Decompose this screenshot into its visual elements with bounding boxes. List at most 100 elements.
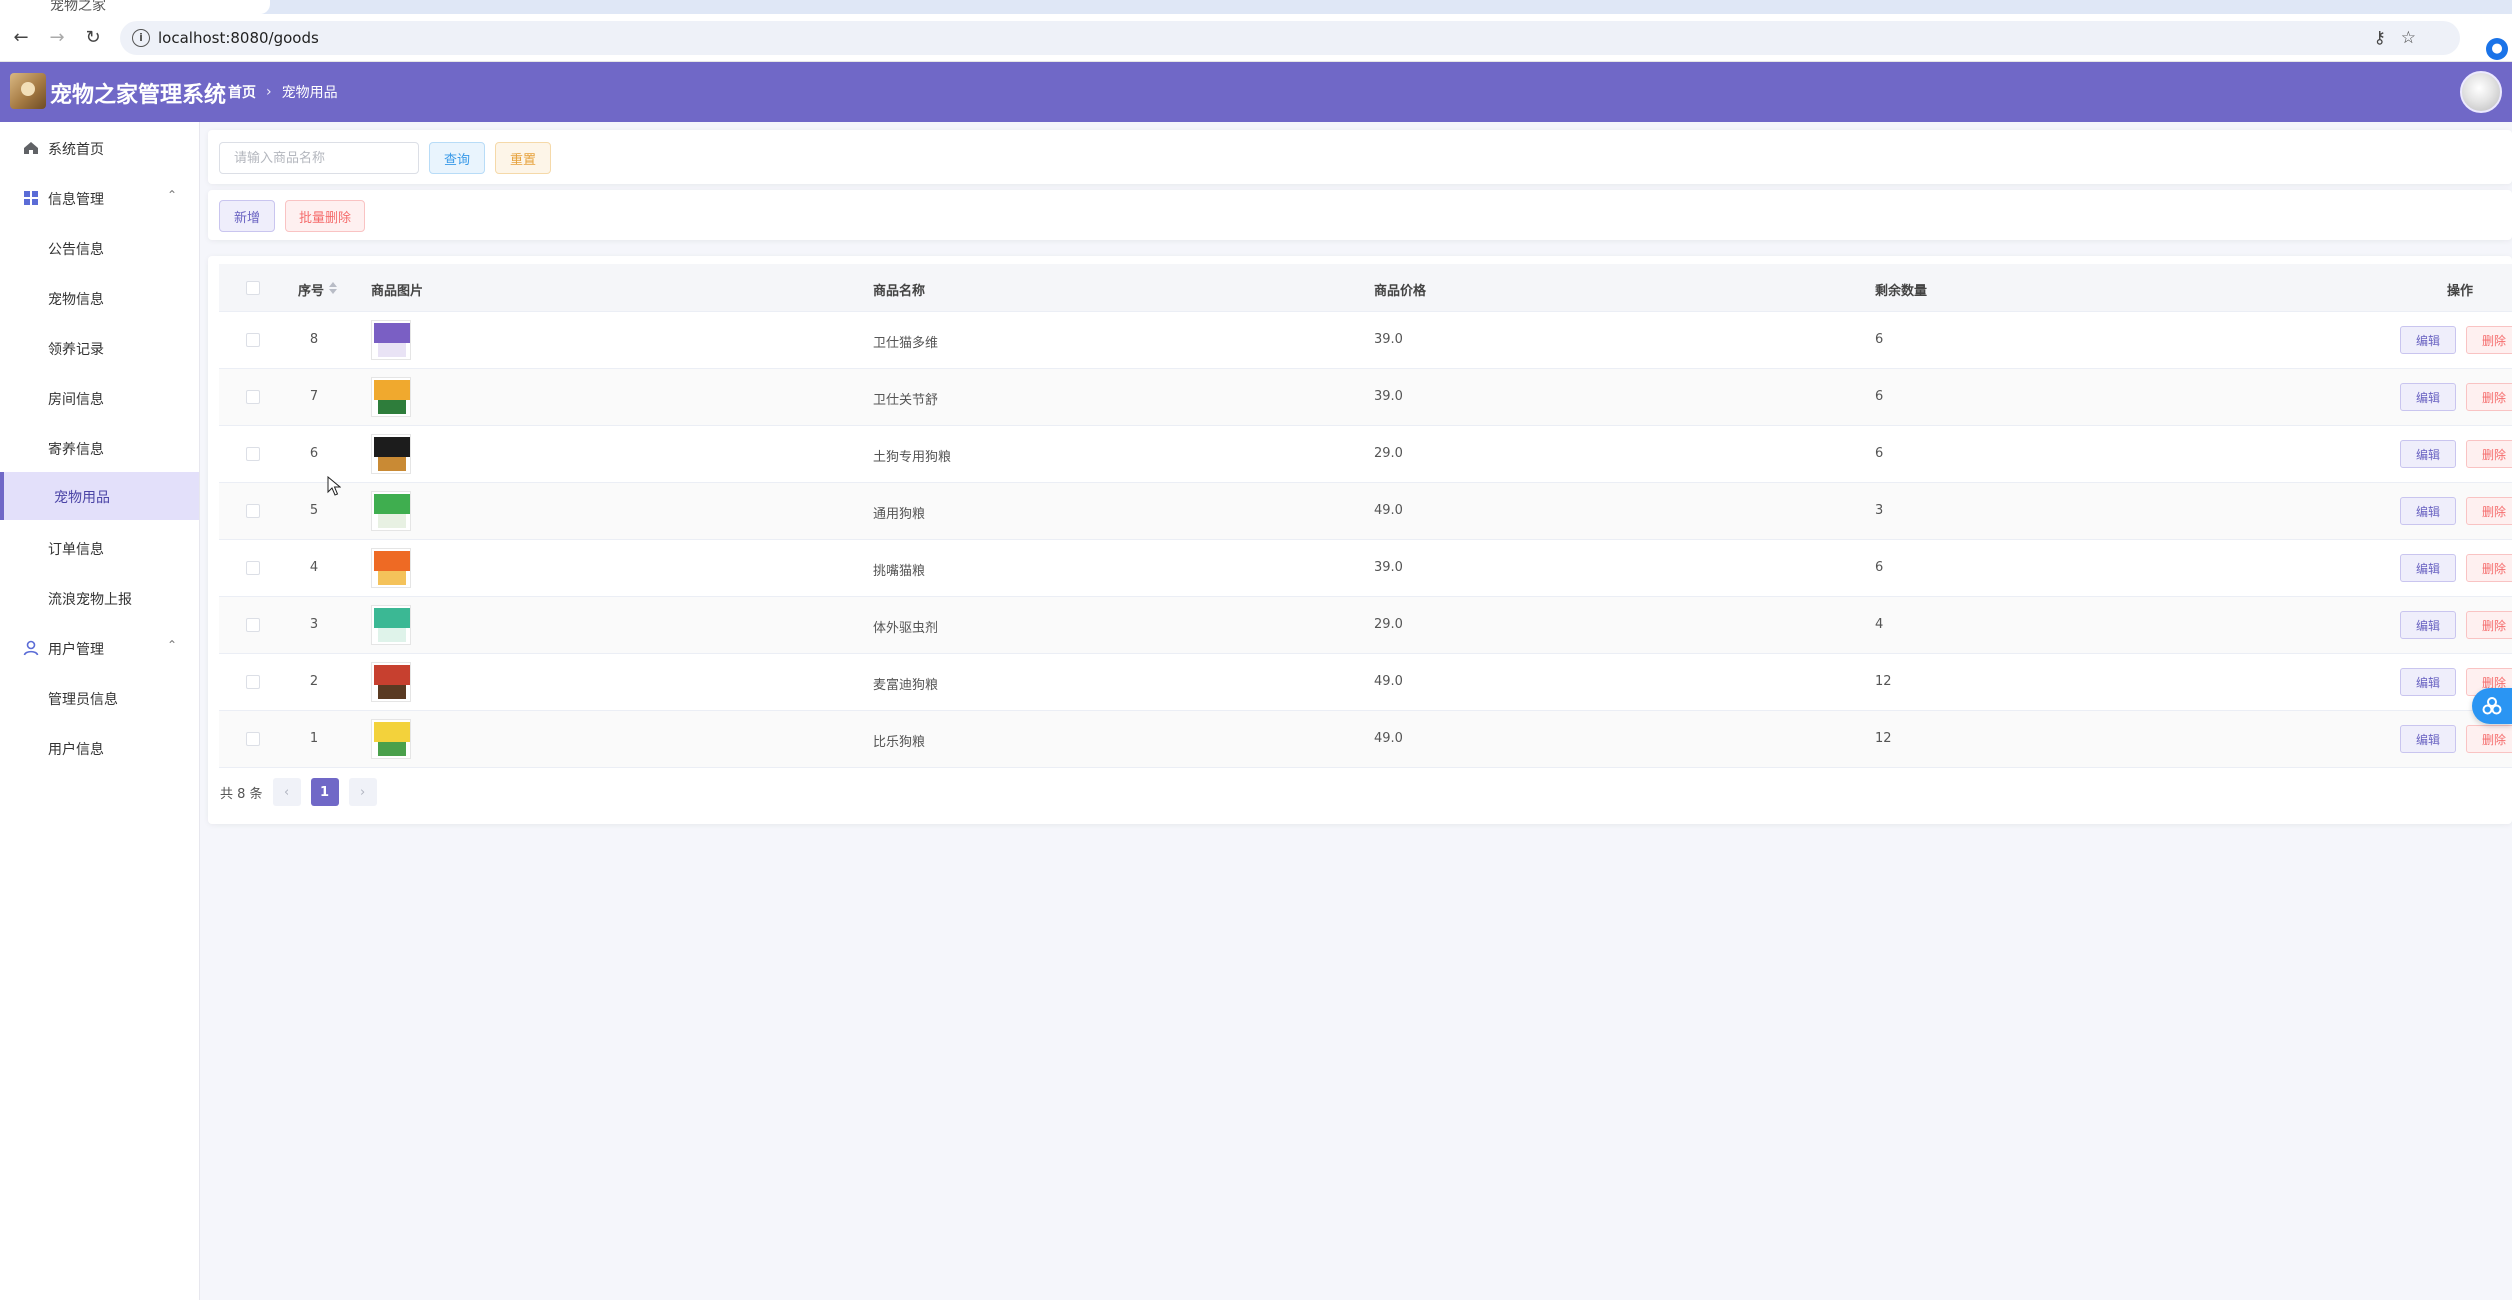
edit-button[interactable]: 编辑 [2400, 497, 2456, 525]
sidebar-item-adoption[interactable]: 领养记录 [0, 324, 199, 372]
sidebar-item-home[interactable]: 系统首页 [0, 124, 199, 172]
query-button[interactable]: 查询 [429, 142, 485, 174]
cell-seq: 7 [309, 389, 319, 404]
row-checkbox[interactable] [246, 504, 260, 518]
edit-button[interactable]: 编辑 [2400, 611, 2456, 639]
table-row: 7 卫仕关节舒 39.0 6 编辑 删除 [219, 369, 2512, 426]
delete-button[interactable]: 删除 [2466, 611, 2512, 639]
page-number-current[interactable]: 1 [310, 778, 339, 806]
product-thumbnail[interactable] [371, 320, 411, 360]
sidebar-item-pet-info[interactable]: 宠物信息 [0, 274, 199, 322]
cell-stock: 3 [1875, 503, 1884, 518]
reset-button[interactable]: 重置 [495, 142, 551, 174]
row-checkbox[interactable] [246, 675, 260, 689]
cell-stock: 6 [1875, 389, 1884, 404]
address-url[interactable]: localhost:8080/goods [158, 29, 319, 47]
row-checkbox[interactable] [246, 618, 260, 632]
cell-price: 49.0 [1374, 503, 1403, 518]
product-thumbnail[interactable] [371, 491, 411, 531]
chevron-up-icon: ⌃ [166, 188, 177, 202]
next-page-icon[interactable]: › [348, 778, 377, 806]
delete-button[interactable]: 删除 [2466, 326, 2512, 354]
product-thumbnail[interactable] [371, 548, 411, 588]
search-input[interactable] [219, 142, 419, 174]
column-header-seq[interactable]: 序号 [298, 280, 324, 299]
sidebar-item-orders[interactable]: 订单信息 [0, 524, 199, 572]
table-row: 1 比乐狗粮 49.0 12 编辑 删除 [219, 711, 2512, 768]
sidebar-item-notice[interactable]: 公告信息 [0, 224, 199, 272]
product-thumbnail[interactable] [371, 377, 411, 417]
delete-button[interactable]: 删除 [2466, 383, 2512, 411]
edit-button[interactable]: 编辑 [2400, 668, 2456, 696]
cell-price: 39.0 [1374, 389, 1403, 404]
back-icon[interactable]: ← [8, 24, 34, 50]
user-avatar[interactable] [2460, 71, 2502, 113]
sidebar-item-label: 管理员信息 [48, 692, 118, 708]
edit-button[interactable]: 编辑 [2400, 326, 2456, 354]
sidebar-item-label: 用户管理 [48, 642, 104, 658]
sidebar-item-boarding[interactable]: 寄养信息 [0, 424, 199, 472]
cell-seq: 2 [309, 674, 319, 689]
add-button[interactable]: 新增 [219, 200, 275, 232]
row-checkbox[interactable] [246, 333, 260, 347]
sidebar-item-user-info[interactable]: 用户信息 [0, 724, 199, 772]
sidebar-item-stray-report[interactable]: 流浪宠物上报 [0, 574, 199, 622]
browser-profile-icon[interactable]: ● [2486, 38, 2508, 60]
product-thumbnail[interactable] [371, 719, 411, 759]
row-checkbox[interactable] [246, 390, 260, 404]
address-bar[interactable]: i localhost:8080/goods ⚷ ☆ [120, 21, 2460, 55]
thumbnail-bottom [378, 457, 406, 471]
cell-name: 通用狗粮 [873, 507, 926, 522]
delete-button[interactable]: 删除 [2466, 725, 2512, 753]
cell-name: 挑嘴猫粮 [873, 564, 926, 579]
edit-button[interactable]: 编辑 [2400, 725, 2456, 753]
chevron-up-icon: ⌃ [166, 638, 177, 652]
cell-seq: 4 [309, 560, 319, 575]
prev-page-icon[interactable]: ‹ [272, 778, 301, 806]
thumbnail-top [374, 551, 410, 571]
sidebar-item-pet-supplies[interactable]: 宠物用品 [0, 472, 199, 520]
reload-icon[interactable]: ↻ [80, 24, 106, 50]
breadcrumb-home[interactable]: 首页 [228, 82, 256, 102]
password-key-icon[interactable]: ⚷ [2374, 28, 2386, 48]
product-thumbnail[interactable] [371, 605, 411, 645]
delete-button[interactable]: 删除 [2466, 497, 2512, 525]
delete-button[interactable]: 删除 [2466, 440, 2512, 468]
sidebar-item-label: 信息管理 [48, 192, 104, 208]
column-header-name: 商品名称 [873, 284, 926, 299]
sidebar: 系统首页 信息管理 ⌃ 公告信息 宠物信息 领养记录 房间信息 寄养信息 宠物用… [0, 122, 200, 1300]
edit-button[interactable]: 编辑 [2400, 383, 2456, 411]
floating-assistant-button[interactable] [2472, 688, 2512, 724]
edit-button[interactable]: 编辑 [2400, 554, 2456, 582]
row-checkbox[interactable] [246, 447, 260, 461]
cell-price: 39.0 [1374, 332, 1403, 347]
forward-icon[interactable]: → [44, 24, 70, 50]
bookmark-star-icon[interactable]: ☆ [2401, 28, 2416, 48]
thumbnail-top [374, 608, 410, 628]
product-thumbnail[interactable] [371, 662, 411, 702]
batch-delete-button[interactable]: 批量删除 [285, 200, 365, 232]
cell-stock: 6 [1875, 446, 1884, 461]
thumbnail-bottom [378, 742, 406, 756]
breadcrumb: 首页 › 宠物用品 [228, 82, 338, 102]
edit-button[interactable]: 编辑 [2400, 440, 2456, 468]
sidebar-group-users[interactable]: 用户管理 ⌃ [0, 624, 199, 672]
sidebar-group-info[interactable]: 信息管理 ⌃ [0, 174, 199, 222]
app-title: 宠物之家管理系统 [50, 83, 227, 108]
sort-icon[interactable] [329, 282, 337, 294]
browser-tab[interactable]: 宠物之家 [0, 0, 270, 14]
site-info-icon[interactable]: i [132, 29, 150, 47]
sidebar-item-label: 订单信息 [48, 542, 104, 558]
select-all-checkbox[interactable] [246, 281, 260, 295]
sidebar-item-label: 房间信息 [48, 392, 104, 408]
sidebar-item-label: 公告信息 [48, 242, 104, 258]
table-row: 2 麦富迪狗粮 49.0 12 编辑 删除 [219, 654, 2512, 711]
sidebar-item-admin[interactable]: 管理员信息 [0, 674, 199, 722]
cell-stock: 6 [1875, 560, 1884, 575]
delete-button[interactable]: 删除 [2466, 554, 2512, 582]
row-checkbox[interactable] [246, 732, 260, 746]
row-checkbox[interactable] [246, 561, 260, 575]
product-thumbnail[interactable] [371, 434, 411, 474]
sidebar-item-room[interactable]: 房间信息 [0, 374, 199, 422]
table-row: 3 体外驱虫剂 29.0 4 编辑 删除 [219, 597, 2512, 654]
